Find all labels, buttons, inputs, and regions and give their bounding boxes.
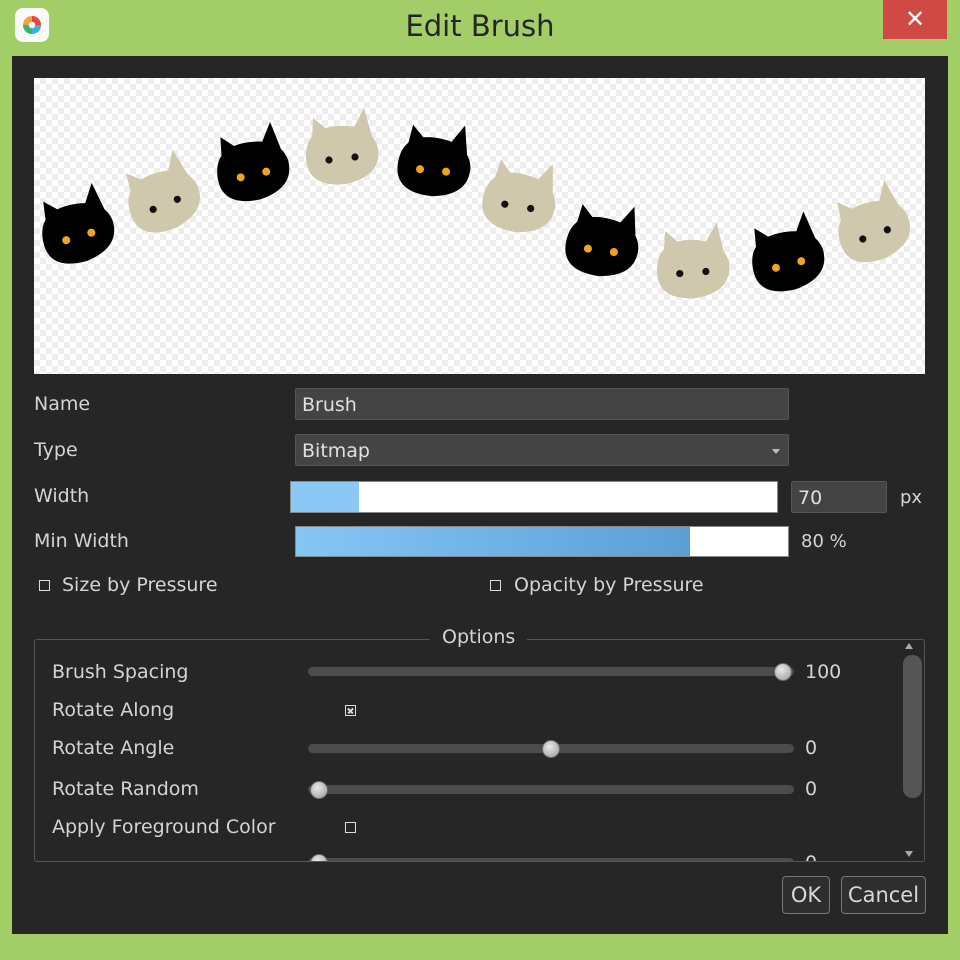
min-width-value: 80 %: [801, 531, 847, 552]
rotate-angle-value: 0: [805, 737, 818, 759]
brush-spacing-value: 100: [805, 661, 842, 683]
options-group: Brush Spacing 100 Rotate Along Rotate An…: [34, 639, 925, 862]
rotate-angle-slider-handle[interactable]: [542, 740, 560, 758]
close-button[interactable]: ✕: [883, 0, 947, 39]
min-width-slider-fill: [296, 527, 690, 556]
apply-foreground-color-checkbox[interactable]: [345, 822, 356, 833]
cat-stamp-preview-image: [34, 108, 917, 300]
opacity-by-pressure-checkbox[interactable]: [490, 580, 501, 591]
scroll-up-arrow-icon[interactable]: [905, 643, 913, 649]
rotate-random-value: 0: [805, 778, 818, 800]
window-title: Edit Brush: [405, 9, 555, 43]
width-slider-fill: [291, 482, 360, 512]
size-by-pressure-checkbox[interactable]: [39, 580, 50, 591]
cancel-button[interactable]: Cancel: [841, 876, 926, 914]
type-dropdown-value: Bitmap: [302, 440, 370, 462]
options-legend: Options: [430, 626, 528, 648]
rotate-random-slider-handle[interactable]: [310, 781, 328, 799]
rotate-along-checkbox[interactable]: [345, 705, 356, 716]
width-label: Width: [34, 485, 90, 507]
ok-button[interactable]: OK: [782, 876, 830, 914]
min-width-label: Min Width: [34, 530, 129, 552]
name-label: Name: [34, 393, 91, 415]
min-width-slider[interactable]: [295, 526, 789, 557]
brush-spacing-slider-handle[interactable]: [774, 663, 792, 681]
cut-off-slider-handle[interactable]: [310, 854, 328, 861]
scroll-down-arrow-icon[interactable]: [905, 851, 913, 857]
brush-spacing-label: Brush Spacing: [52, 661, 189, 683]
type-dropdown[interactable]: Bitmap: [295, 434, 789, 466]
size-by-pressure-label: Size by Pressure: [62, 574, 218, 596]
width-input[interactable]: 70: [791, 481, 887, 513]
rotate-random-label: Rotate Random: [52, 778, 199, 800]
cut-off-slider[interactable]: [308, 858, 794, 861]
chevron-down-icon: [772, 449, 780, 454]
rotate-angle-label: Rotate Angle: [52, 737, 175, 759]
title-bar: Edit Brush ✕: [0, 0, 960, 56]
name-input[interactable]: Brush: [295, 388, 789, 420]
options-scrollbar[interactable]: [903, 655, 922, 798]
brush-spacing-slider[interactable]: [308, 667, 794, 676]
type-label: Type: [34, 439, 78, 461]
width-unit: px: [900, 487, 923, 508]
width-slider[interactable]: [290, 481, 778, 513]
rotate-random-slider[interactable]: [308, 785, 794, 794]
apply-foreground-color-label: Apply Foreground Color: [52, 816, 276, 838]
brush-preview: [34, 78, 925, 374]
opacity-by-pressure-label: Opacity by Pressure: [514, 574, 704, 596]
cut-off-value: 0: [805, 852, 817, 861]
rotate-along-label: Rotate Along: [52, 699, 175, 721]
